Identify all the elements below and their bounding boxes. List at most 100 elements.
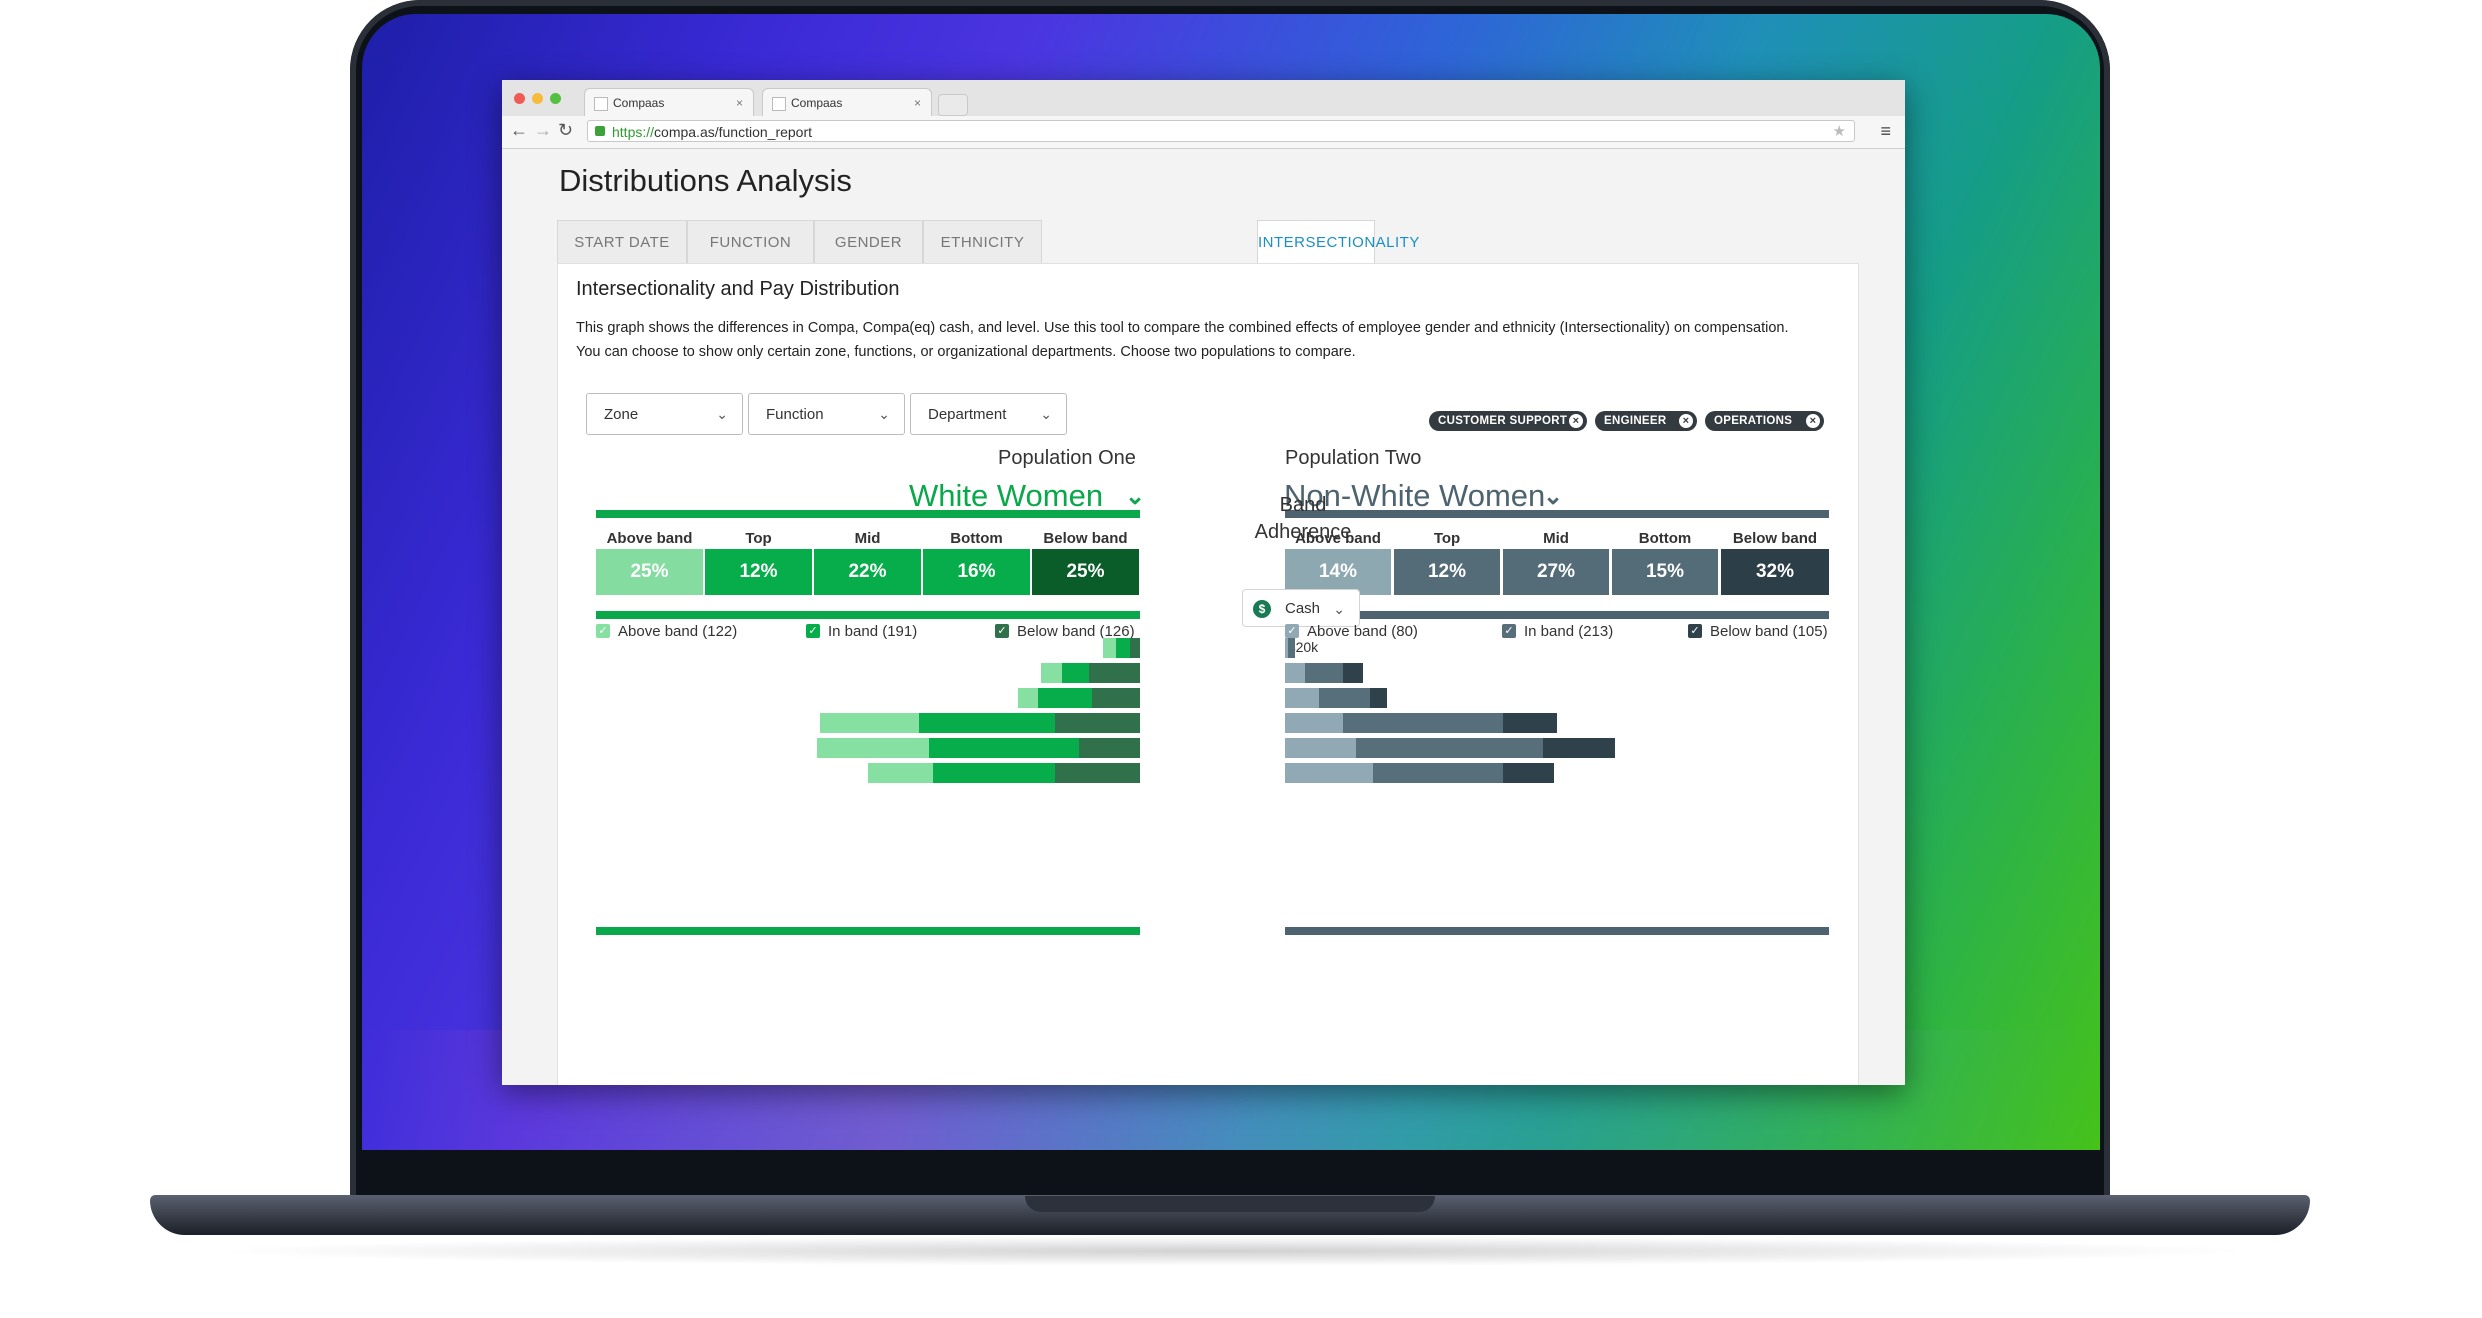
bar-segment (1055, 763, 1140, 783)
legend-above-band[interactable]: ✓ Above band (122) (596, 622, 737, 642)
close-window-icon[interactable] (514, 93, 525, 104)
remove-chip-icon[interactable]: × (1569, 414, 1583, 428)
band-cell-mid: 27% (1503, 549, 1609, 595)
bar-segment (1089, 663, 1140, 683)
back-arrow-icon[interactable]: ← (510, 120, 528, 141)
bar-segment (1078, 738, 1140, 758)
population-one-label: Population One (998, 447, 1136, 469)
band-cell-bottom: 16% (923, 549, 1030, 595)
bar-segment (1342, 663, 1364, 683)
bar-segment (1017, 688, 1038, 708)
band-cell-mid: 22% (814, 549, 921, 595)
forward-arrow-icon[interactable]: → (534, 120, 552, 141)
legend-in-band[interactable]: ✓ In band (191) (806, 622, 917, 642)
header-bottom: Bottom (950, 530, 1003, 547)
close-tab-icon[interactable]: × (914, 89, 921, 117)
filter-chip-customer-support: CUSTOMER SUPPORT × (1429, 411, 1587, 431)
maximize-window-icon[interactable] (550, 93, 561, 104)
tab-start-date[interactable]: START DATE (557, 220, 687, 264)
bar-segment (1116, 638, 1130, 658)
header-below-band: Below band (1732, 530, 1818, 547)
bar-segment (1038, 688, 1093, 708)
legend-below-band[interactable]: ✓ Below band (105) (1688, 622, 1828, 642)
function-filter[interactable]: Function ⌄ (748, 393, 905, 435)
bar-segment (1288, 638, 1296, 658)
band-cell-below: 25% (1032, 549, 1139, 595)
bar-segment (929, 738, 1079, 758)
population-one-selector[interactable]: White Women (909, 478, 1103, 514)
chevron-down-icon[interactable]: ⌄ (1543, 482, 1563, 511)
bar-segment (1319, 688, 1370, 708)
legend-label: Above band (122) (618, 623, 738, 640)
chevron-down-icon[interactable]: ⌄ (1125, 482, 1145, 511)
page-title: Distributions Analysis (559, 163, 852, 198)
tab-ethnicity[interactable]: ETHNICITY (923, 220, 1042, 264)
bar-segment (1502, 713, 1557, 733)
header-mid: Mid (1543, 530, 1569, 547)
bar-segment (1373, 763, 1503, 783)
url-path: compa.as/function_report (654, 124, 813, 140)
bar-segment (919, 713, 1055, 733)
legend-in-band[interactable]: ✓ In band (213) (1502, 622, 1613, 642)
checkbox-icon[interactable]: ✓ (596, 624, 610, 638)
population-one-rule (596, 927, 1140, 935)
browser-tab-2[interactable]: Compaas × (762, 88, 932, 116)
remove-chip-icon[interactable]: × (1679, 414, 1693, 428)
browser-tab-1[interactable]: Compaas × (584, 88, 754, 116)
reload-icon[interactable]: ↻ (558, 120, 573, 141)
page-favicon-icon (772, 97, 786, 111)
bar-segment (1041, 663, 1062, 683)
zone-filter[interactable]: Zone ⌄ (586, 393, 743, 435)
new-tab-button[interactable] (938, 94, 968, 116)
laptop-notch (1025, 1196, 1435, 1212)
dollar-icon: $ (1253, 600, 1271, 618)
function-filter-label: Function (766, 406, 824, 423)
minimize-window-icon[interactable] (532, 93, 543, 104)
tab-function[interactable]: FUNCTION (687, 220, 814, 264)
checkbox-icon[interactable]: ✓ (1688, 624, 1702, 638)
bookmark-star-icon[interactable]: ★ (1833, 121, 1846, 143)
header-top: Top (745, 530, 772, 547)
tab-gender[interactable]: GENDER (814, 220, 923, 264)
browser-tab-label: Compaas (613, 96, 665, 110)
laptop-shadow (200, 1236, 2260, 1266)
checkbox-icon[interactable]: ✓ (806, 624, 820, 638)
department-filter[interactable]: Department ⌄ (910, 393, 1067, 435)
population-two-rule (1285, 510, 1829, 518)
analysis-tabs: START DATE FUNCTION GENDER ETHNICITY INT… (557, 220, 1419, 264)
legend-label: In band (191) (828, 623, 918, 640)
chevron-down-icon: ⌄ (878, 406, 890, 422)
bar-segment (1285, 763, 1374, 783)
browser-menu-icon[interactable]: ≡ (1880, 121, 1891, 142)
population-two-rule (1285, 611, 1829, 619)
header-below-band: Below band (1043, 530, 1128, 547)
page-favicon-icon (594, 97, 608, 111)
checkbox-icon[interactable]: ✓ (1285, 624, 1299, 638)
bar-segment (1285, 663, 1306, 683)
zone-filter-label: Zone (604, 406, 639, 423)
band-cell-below: 32% (1721, 549, 1829, 595)
checkbox-icon[interactable]: ✓ (1502, 624, 1516, 638)
filter-chip-engineer: ENGINEER × (1595, 411, 1697, 431)
checkbox-icon[interactable]: ✓ (995, 624, 1009, 638)
tab-intersectionality[interactable]: INTERSECTIONALITY (1257, 220, 1419, 264)
close-tab-icon[interactable]: × (736, 89, 743, 117)
legend-label: In band (213) (1524, 623, 1614, 640)
population-one-rule (596, 510, 1140, 518)
bar-segment (1055, 713, 1140, 733)
bar-segment (1342, 713, 1503, 733)
page-content: Distributions Analysis START DATE FUNCTI… (502, 149, 1905, 1085)
header-top: Top (1433, 530, 1461, 547)
intersectionality-panel: Intersectionality and Pay Distribution T… (557, 263, 1859, 1085)
address-bar[interactable]: https://compa.as/function_report ★ (587, 120, 1855, 142)
bar-segment (1285, 713, 1343, 733)
browser-window: Compaas × Compaas × ← → ↻ https://compa.… (502, 80, 1905, 1085)
bar-segment (932, 763, 1055, 783)
address-toolbar: ← → ↻ https://compa.as/function_report ★… (502, 116, 1905, 149)
chip-label: CUSTOMER SUPPORT (1438, 415, 1568, 427)
y-tick-label: 420k (1287, 639, 1319, 655)
section-description: This graph shows the differences in Comp… (576, 320, 1789, 360)
chevron-down-icon: ⌄ (716, 406, 728, 422)
remove-chip-icon[interactable]: × (1806, 414, 1820, 428)
bar-segment (820, 713, 919, 733)
